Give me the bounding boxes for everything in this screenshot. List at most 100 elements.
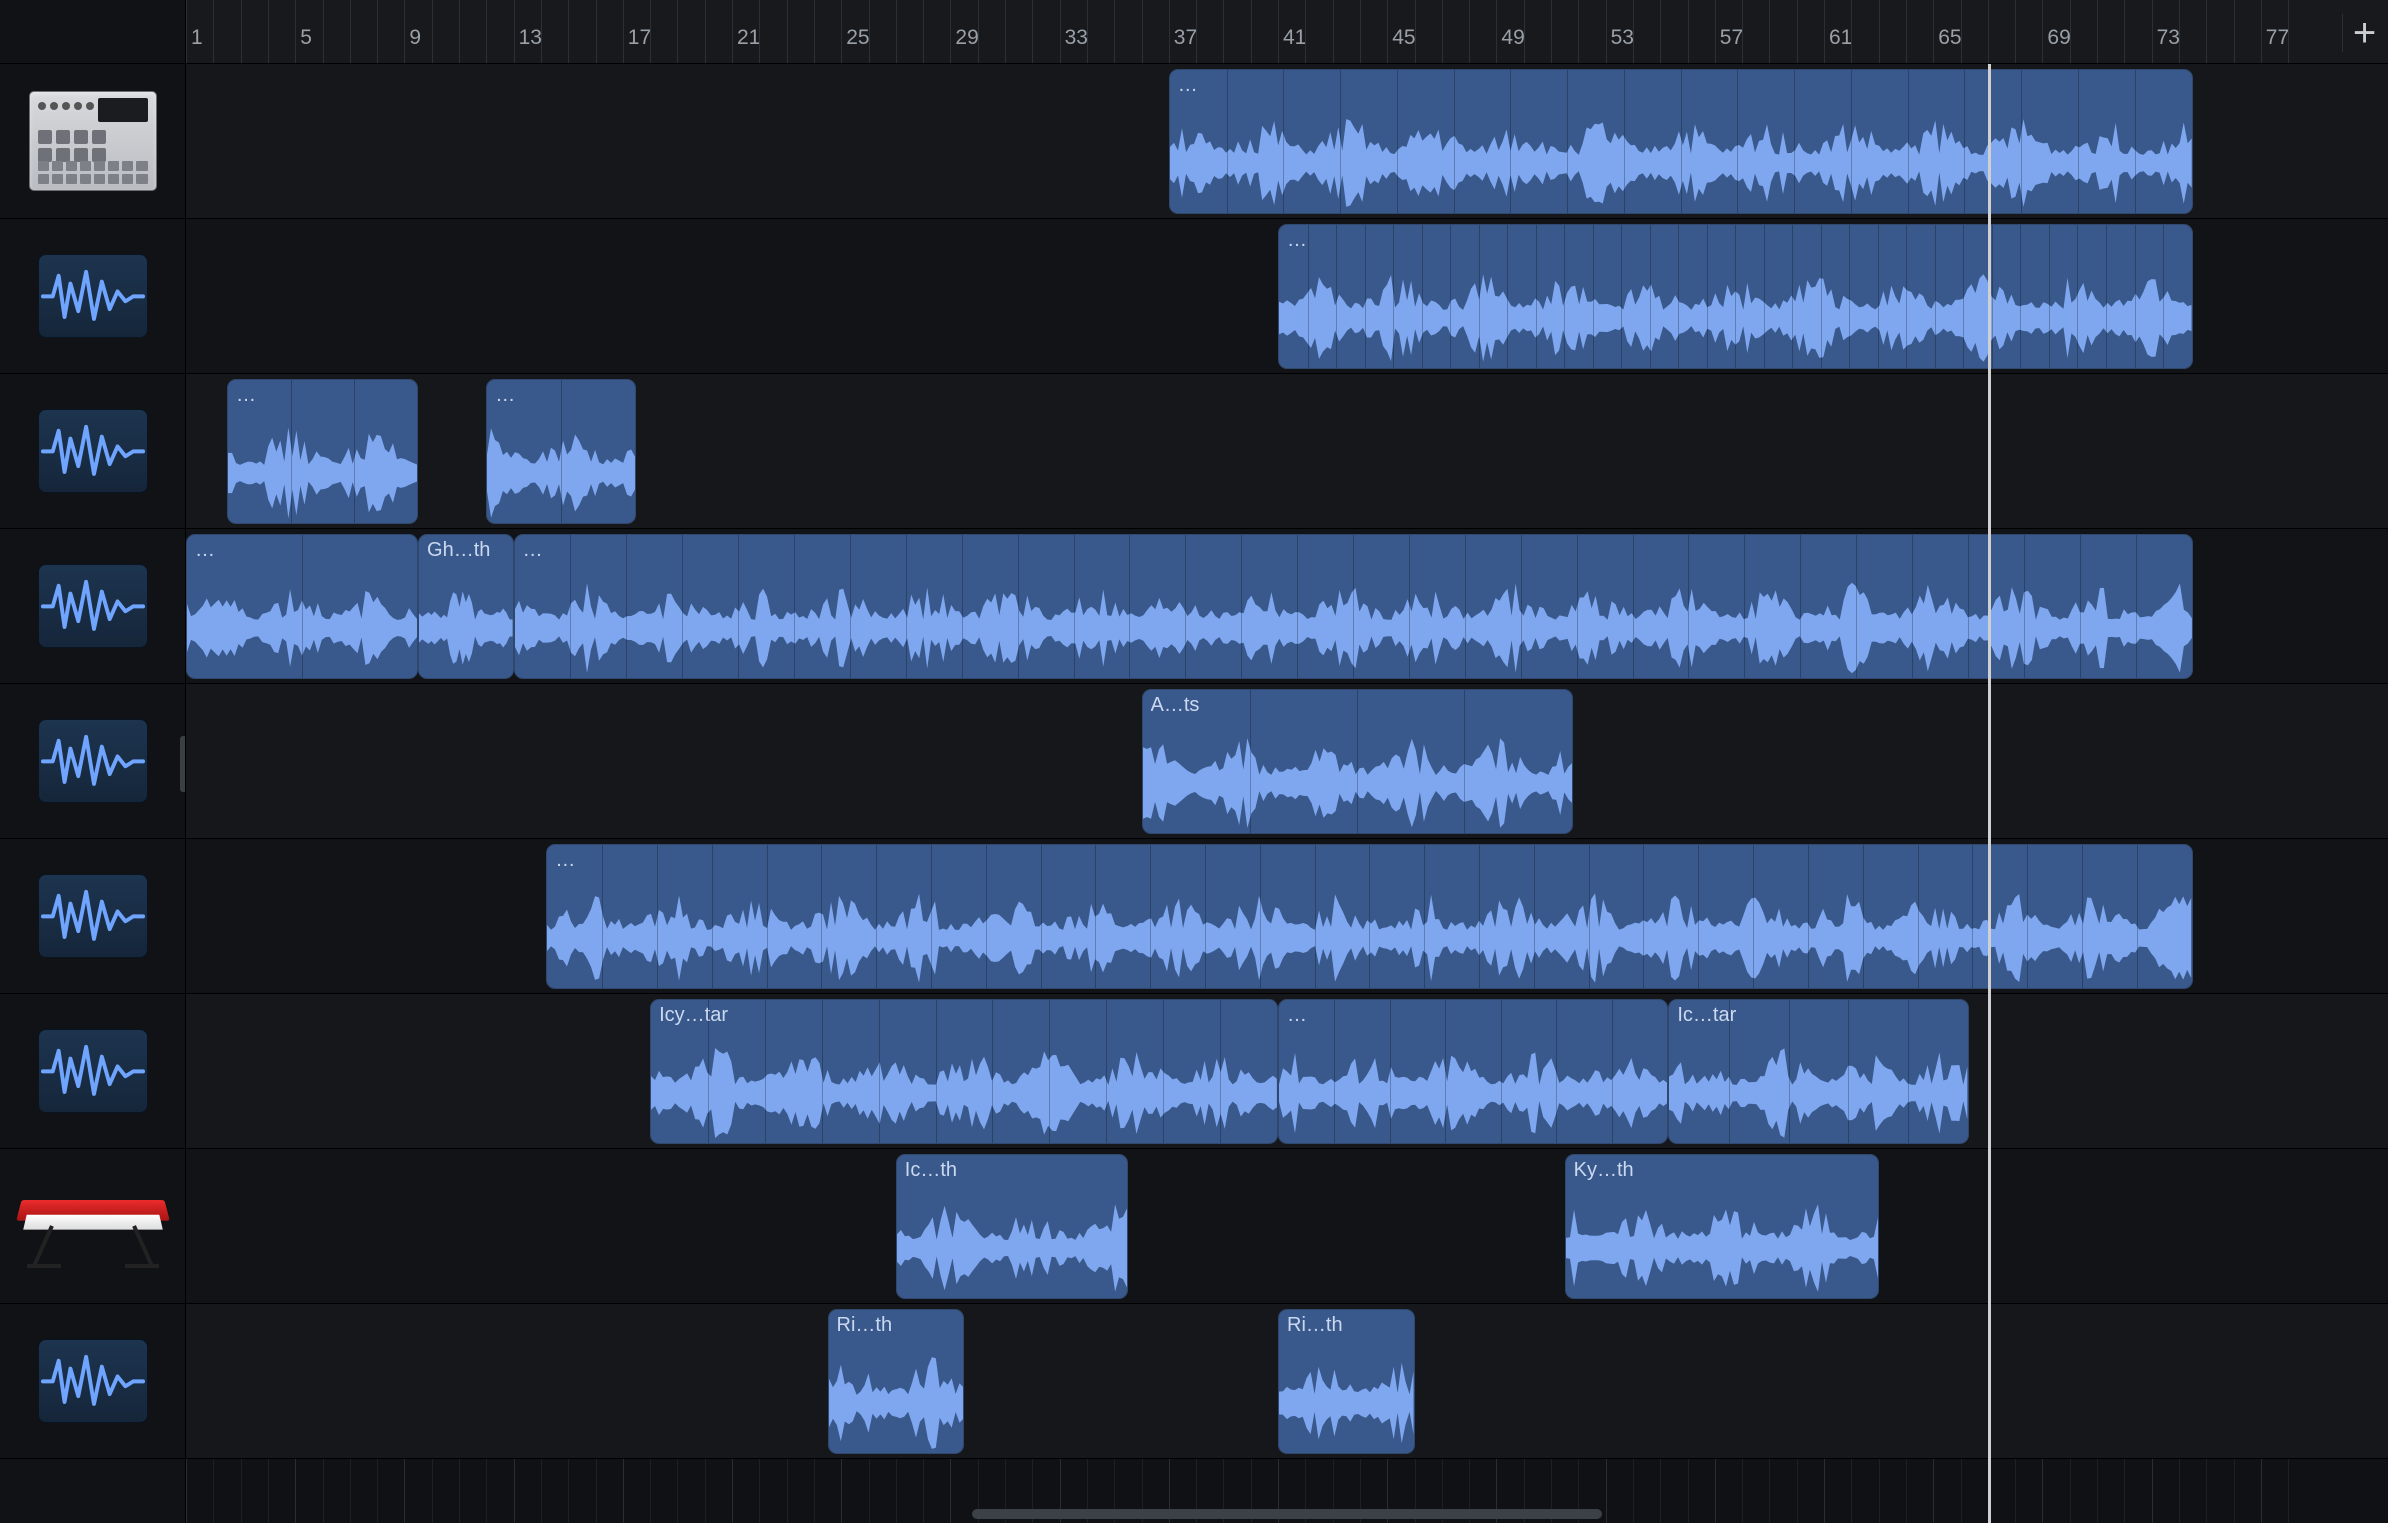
audio-region[interactable]: … — [186, 534, 418, 679]
audio-region[interactable]: Icy…tar — [650, 999, 1278, 1144]
audio-region[interactable]: A…ts — [1142, 689, 1573, 834]
ruler-tick — [1469, 0, 1470, 63]
audio-wave-icon — [38, 1029, 148, 1113]
region-waveform — [1669, 1043, 1967, 1143]
region-label: Ri…th — [1287, 1314, 1343, 1337]
ruler-tick — [759, 0, 760, 63]
ruler-tick — [923, 0, 924, 63]
region-label: … — [1178, 74, 1198, 97]
region-label: … — [495, 384, 515, 407]
ruler-bar-label: 17 — [628, 26, 651, 50]
track-header[interactable] — [0, 684, 185, 839]
ruler-bar-label: 45 — [1392, 26, 1415, 50]
ruler-tick — [2288, 0, 2289, 63]
ruler-tick — [1551, 0, 1552, 63]
ruler-bar-label: 57 — [1720, 26, 1743, 50]
region-label: Gh…th — [427, 539, 490, 562]
ruler-tick — [2070, 0, 2071, 63]
drum-machine-icon — [29, 91, 157, 191]
region-label: Ic…th — [905, 1159, 957, 1182]
ruler-tick — [2206, 0, 2207, 63]
ruler-tick — [1223, 0, 1224, 63]
audio-region[interactable]: Ky…th — [1565, 1154, 1879, 1299]
region-label: Ky…th — [1574, 1159, 1634, 1182]
track-header[interactable] — [0, 374, 185, 529]
region-label: … — [1287, 1004, 1307, 1027]
region-label: … — [523, 539, 543, 562]
audio-region[interactable]: … — [514, 534, 2193, 679]
ruler-tick — [732, 0, 733, 63]
audio-region[interactable]: Ic…th — [896, 1154, 1128, 1299]
ruler-tick — [1742, 0, 1743, 63]
ruler-bar-label: 37 — [1174, 26, 1197, 50]
ruler-tick — [1688, 0, 1689, 63]
ruler-tick — [295, 0, 296, 63]
ruler-bar-label: 53 — [1611, 26, 1634, 50]
ruler-tick — [978, 0, 979, 63]
region-waveform — [1279, 1353, 1414, 1453]
audio-region[interactable]: … — [1278, 999, 1668, 1144]
track-header[interactable] — [0, 64, 185, 219]
ruler-tick — [1196, 0, 1197, 63]
region-label: … — [236, 384, 256, 407]
ruler-tick — [568, 0, 569, 63]
audio-region[interactable]: Ri…th — [828, 1309, 965, 1454]
ruler-tick — [1387, 0, 1388, 63]
audio-region[interactable]: … — [1169, 69, 2193, 214]
ruler-tick — [432, 0, 433, 63]
ruler-tick — [541, 0, 542, 63]
region-waveform — [829, 1353, 964, 1453]
region-label: Icy…tar — [659, 1004, 728, 1027]
ruler-tick — [241, 0, 242, 63]
ruler-tick — [486, 0, 487, 63]
region-label: Ic…tar — [1677, 1004, 1736, 1027]
track-header[interactable] — [0, 529, 185, 684]
audio-wave-icon — [38, 409, 148, 493]
ruler-bar-label: 13 — [519, 26, 542, 50]
audio-region[interactable]: … — [486, 379, 636, 524]
audio-region[interactable]: Ri…th — [1278, 1309, 1415, 1454]
top-left-corner — [0, 0, 186, 64]
ruler-bar-label: 21 — [737, 26, 760, 50]
track-row[interactable] — [186, 1149, 2388, 1304]
timeline-ruler[interactable]: 1591317212529333741454953576165697377 + — [186, 0, 2388, 64]
audio-region[interactable]: … — [546, 844, 2192, 989]
ruler-tick — [459, 0, 460, 63]
ruler-tick — [1415, 0, 1416, 63]
audio-region[interactable]: … — [1278, 224, 2193, 369]
ruler-tick — [1142, 0, 1143, 63]
ruler-tick — [1824, 0, 1825, 63]
ruler-tick — [1961, 0, 1962, 63]
ruler-tick — [2261, 0, 2262, 63]
horizontal-scrollbar[interactable] — [972, 1509, 1602, 1519]
ruler-tick — [1660, 0, 1661, 63]
ruler-bar-label: 1 — [191, 26, 203, 50]
ruler-bar-label: 5 — [300, 26, 312, 50]
ruler-tick — [1797, 0, 1798, 63]
track-header[interactable] — [0, 839, 185, 994]
audio-region[interactable]: Ic…tar — [1668, 999, 1968, 1144]
track-header[interactable] — [0, 1149, 185, 1304]
ruler-tick — [1906, 0, 1907, 63]
ruler-tick — [2042, 0, 2043, 63]
track-header[interactable] — [0, 994, 185, 1149]
audio-region[interactable]: … — [227, 379, 418, 524]
audio-wave-icon — [38, 719, 148, 803]
ruler-tick — [623, 0, 624, 63]
audio-region[interactable]: Gh…th — [418, 534, 514, 679]
ruler-tick — [1578, 0, 1579, 63]
ruler-tick — [1988, 0, 1989, 63]
arrangement-grid[interactable]: ……………Gh…th…A…ts…Icy…tar…Ic…tarIc…thKy…th… — [186, 64, 2388, 1523]
ruler-bar-label: 41 — [1283, 26, 1306, 50]
ruler-tick — [377, 0, 378, 63]
ruler-bar-label: 25 — [846, 26, 869, 50]
ruler-tick — [1933, 0, 1934, 63]
region-waveform — [228, 423, 417, 523]
track-header[interactable] — [0, 219, 185, 374]
ruler-tick — [213, 0, 214, 63]
audio-wave-icon — [38, 1339, 148, 1423]
add-track-button[interactable]: + — [2342, 14, 2380, 52]
ruler-tick — [404, 0, 405, 63]
track-header[interactable] — [0, 1304, 185, 1459]
ruler-tick — [350, 0, 351, 63]
